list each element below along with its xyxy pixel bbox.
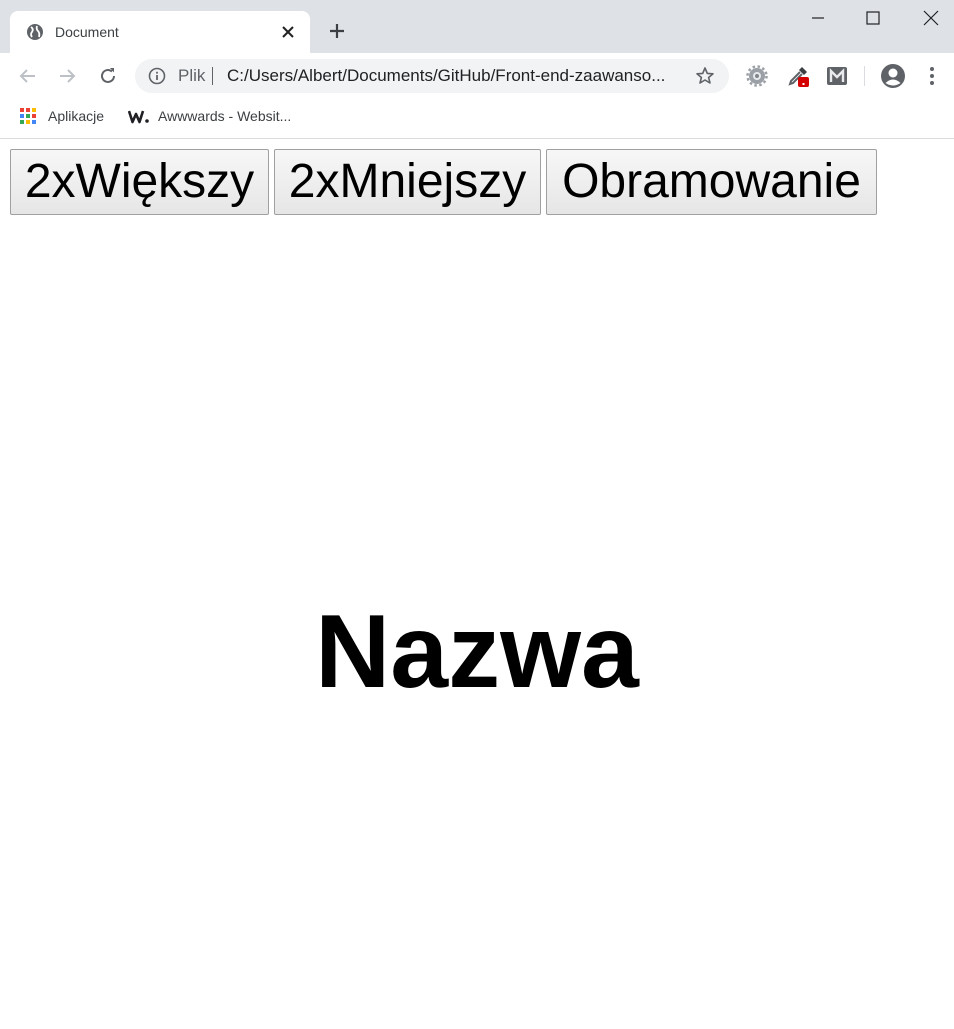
window-close-icon[interactable]	[921, 8, 941, 28]
kebab-menu-icon[interactable]	[920, 64, 944, 88]
awwwards-w-icon	[128, 110, 149, 124]
new-tab-plus-icon[interactable]	[327, 21, 347, 41]
tab-title: Document	[55, 24, 119, 40]
m-extension-icon[interactable]	[825, 64, 849, 88]
bookmark-awwwards-label: Awwwards - Websit...	[158, 108, 292, 124]
url-text[interactable]: C:/Users/Albert/Documents/GitHub/Front-e…	[227, 67, 665, 85]
back-arrow-icon[interactable]	[17, 65, 39, 87]
half-size-button[interactable]: 2xMniejszy	[274, 149, 541, 215]
maximize-icon[interactable]	[863, 8, 883, 28]
toolbar-divider	[864, 66, 865, 86]
bookmark-star-icon[interactable]	[695, 66, 715, 86]
tab-close-icon[interactable]	[280, 24, 296, 40]
forward-arrow-icon[interactable]	[56, 65, 78, 87]
minimize-icon[interactable]	[808, 8, 828, 28]
button-row: 2xWiększy 2xMniejszy Obramowanie	[10, 149, 877, 215]
border-button[interactable]: Obramowanie	[546, 149, 877, 215]
address-bar[interactable]: Plik C:/Users/Albert/Documents/GitHub/Fr…	[135, 59, 729, 93]
browser-tab[interactable]: Document	[10, 11, 310, 53]
page-viewport: 2xWiększy 2xMniejszy Obramowanie Nazwa	[0, 139, 954, 1029]
globe-icon	[27, 24, 43, 40]
bookmark-awwwards[interactable]: Awwwards - Websit...	[128, 107, 291, 125]
bookmarks-bar: Aplikacje Awwwards - Websit...	[0, 99, 954, 139]
bookmark-apps[interactable]: Aplikacje	[19, 107, 104, 125]
browser-toolbar: Plik C:/Users/Albert/Documents/GitHub/Fr…	[0, 53, 954, 99]
reload-icon[interactable]	[97, 65, 119, 87]
eyedropper-extension-icon[interactable]	[786, 64, 810, 88]
tab-strip: Document	[0, 0, 954, 53]
omnibox-separator	[212, 67, 213, 85]
page-heading: Nazwa	[315, 594, 639, 710]
double-size-button[interactable]: 2xWiększy	[10, 149, 269, 215]
file-scheme-label: Plik	[178, 66, 206, 85]
profile-avatar-icon[interactable]	[880, 63, 906, 89]
bookmark-apps-label: Aplikacje	[48, 108, 105, 124]
gear-extension-icon[interactable]	[745, 64, 769, 88]
info-icon[interactable]	[148, 67, 166, 85]
apps-grid-icon	[20, 108, 36, 124]
